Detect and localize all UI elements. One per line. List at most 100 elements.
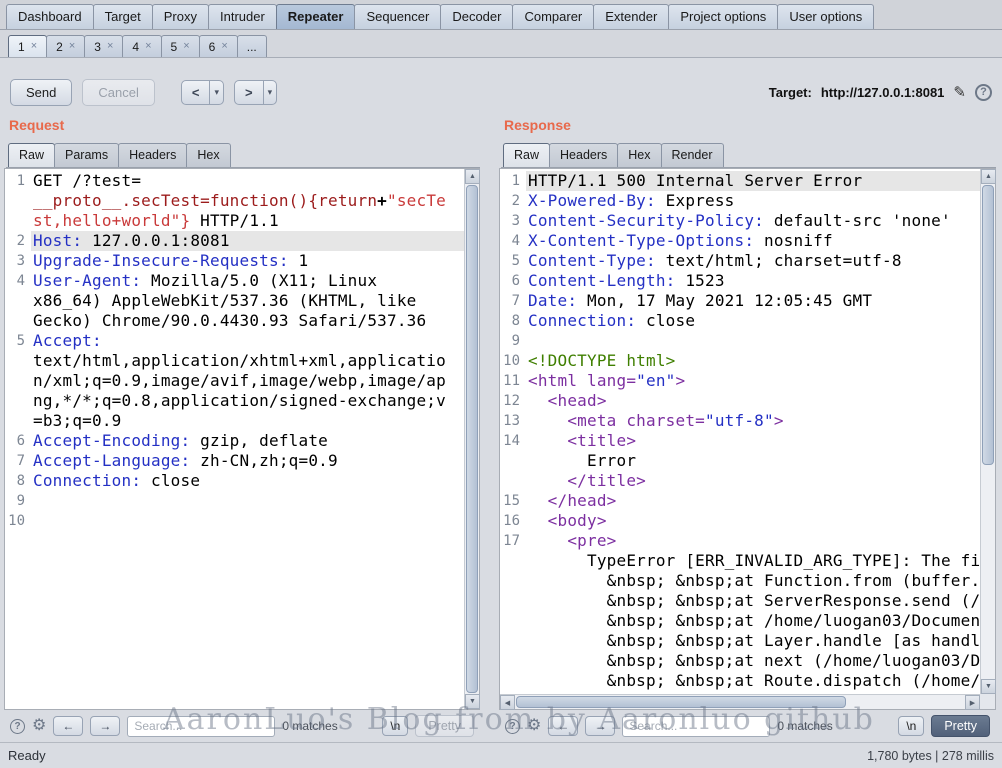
editor-line[interactable]: st,hello+world"} HTTP/1.1 <box>5 211 464 231</box>
tab-project-options[interactable]: Project options <box>668 4 779 29</box>
response-horizontal-scrollbar[interactable]: ◀ ▶ <box>500 694 980 710</box>
search-next-button[interactable]: → <box>90 716 121 736</box>
editor-line[interactable]: 9 <box>500 331 980 351</box>
search-input[interactable] <box>622 715 771 737</box>
tab-repeater[interactable]: Repeater <box>275 4 356 29</box>
editor-line[interactable]: </title> <box>500 471 980 491</box>
editor-line[interactable]: 2 Host: 127.0.0.1:8081 <box>5 231 464 251</box>
edit-target-icon[interactable]: ✎ <box>953 83 966 101</box>
response-editor[interactable]: 1 HTTP/1.1 500 Internal Server Error 2 X-Po… <box>499 168 996 710</box>
response-tab-headers[interactable]: Headers <box>549 143 619 167</box>
editor-line[interactable]: =b3;q=0.9 <box>5 411 464 431</box>
search-input[interactable] <box>127 715 276 737</box>
editor-line[interactable]: &nbsp; &nbsp;at Route.dispatch (/home/lu <box>500 671 980 691</box>
close-tab-icon[interactable]: × <box>145 41 151 52</box>
editor-line[interactable]: 17 <pre> <box>500 531 980 551</box>
pretty-button[interactable]: Pretty <box>931 715 990 737</box>
editor-line[interactable]: 16 <body> <box>500 511 980 531</box>
response-vertical-scrollbar[interactable]: ▲ ▼ <box>980 169 996 694</box>
editor-line[interactable]: &nbsp; &nbsp;at ServerResponse.send (/ho <box>500 591 980 611</box>
request-tab-raw[interactable]: Raw <box>8 143 56 167</box>
editor-line[interactable]: 12 <head> <box>500 391 980 411</box>
tab-extender[interactable]: Extender <box>593 4 670 29</box>
search-prev-button[interactable]: ← <box>548 716 579 736</box>
help-icon[interactable]: ? <box>975 83 992 101</box>
editor-line[interactable]: &nbsp; &nbsp;at Function.from (buffer.js <box>500 571 980 591</box>
search-prev-button[interactable]: ← <box>53 716 84 736</box>
tab-dashboard[interactable]: Dashboard <box>6 4 94 29</box>
request-editor-content[interactable]: 1 GET /?test= __proto__.secTest=function()… <box>5 171 464 709</box>
editor-line[interactable]: 7 Date: Mon, 17 May 2021 12:05:45 GMT <box>500 291 980 311</box>
close-tab-icon[interactable]: × <box>107 41 113 52</box>
repeater-tab-5[interactable]: 5 × <box>160 35 200 57</box>
newline-toggle-button[interactable]: \n <box>898 716 925 736</box>
repeater-tab-3[interactable]: 3 × <box>84 35 124 57</box>
editor-line[interactable]: 10 <!DOCTYPE html> <box>500 351 980 371</box>
editor-line[interactable]: &nbsp; &nbsp;at Layer.handle [as handle_ <box>500 631 980 651</box>
response-tab-hex[interactable]: Hex <box>617 143 662 167</box>
repeater-tab-more[interactable]: ... <box>236 35 267 57</box>
history-back-button[interactable]: < <box>180 80 211 105</box>
editor-line[interactable]: ng,*/*;q=0.8,application/signed-exchange… <box>5 391 464 411</box>
editor-line[interactable]: 10 <box>5 511 464 531</box>
close-tab-icon[interactable]: × <box>183 41 189 52</box>
search-settings-gear-icon[interactable]: ⚙ <box>32 718 46 734</box>
editor-line[interactable]: 9 <box>5 491 464 511</box>
pretty-button[interactable]: Pretty <box>415 715 474 737</box>
scroll-right-icon[interactable]: ▶ <box>965 695 980 710</box>
close-tab-icon[interactable]: × <box>31 41 37 52</box>
editor-line[interactable]: 6 Content-Length: 1523 <box>500 271 980 291</box>
editor-line[interactable]: 3 Content-Security-Policy: default-src 'n… <box>500 211 980 231</box>
request-tab-hex[interactable]: Hex <box>186 143 231 167</box>
editor-line[interactable]: 11 <html lang="en"> <box>500 371 980 391</box>
editor-line[interactable]: text/html,application/xhtml+xml,applicat… <box>5 351 464 371</box>
request-tab-params[interactable]: Params <box>54 143 120 167</box>
editor-line[interactable]: TypeError [ERR_INVALID_ARG_TYPE]: The fi <box>500 551 980 571</box>
tab-user-options[interactable]: User options <box>777 4 875 29</box>
editor-line[interactable]: 4 User-Agent: Mozilla/5.0 (X11; Linux <box>5 271 464 291</box>
editor-line[interactable]: 1 HTTP/1.1 500 Internal Server Error <box>500 171 980 191</box>
scroll-up-icon[interactable]: ▲ <box>465 169 480 184</box>
scroll-left-icon[interactable]: ◀ <box>500 695 515 710</box>
search-settings-gear-icon[interactable]: ⚙ <box>527 718 541 734</box>
cancel-button[interactable]: Cancel <box>82 79 155 106</box>
search-help-icon[interactable]: ? <box>10 718 25 734</box>
response-editor-content[interactable]: 1 HTTP/1.1 500 Internal Server Error 2 X-Po… <box>500 171 980 694</box>
editor-line[interactable]: Gecko) Chrome/90.0.4430.93 Safari/537.36 <box>5 311 464 331</box>
scroll-down-icon[interactable]: ▼ <box>981 679 996 694</box>
editor-line[interactable]: 13 <meta charset="utf-8"> <box>500 411 980 431</box>
editor-line[interactable]: 8 Connection: close <box>5 471 464 491</box>
tab-decoder[interactable]: Decoder <box>440 4 514 29</box>
editor-line[interactable]: 7 Accept-Language: zh-CN,zh;q=0.9 <box>5 451 464 471</box>
repeater-tab-4[interactable]: 4 × <box>122 35 162 57</box>
scrollbar-thumb[interactable] <box>466 185 478 693</box>
close-tab-icon[interactable]: × <box>221 41 227 52</box>
send-button[interactable]: Send <box>10 79 73 106</box>
history-forward-dropdown-icon[interactable]: ▾ <box>262 80 278 105</box>
newline-toggle-button[interactable]: \n <box>382 716 409 736</box>
editor-line[interactable]: 15 </head> <box>500 491 980 511</box>
editor-line[interactable]: &nbsp; &nbsp;at next (/home/luogan03/Doc <box>500 651 980 671</box>
editor-line[interactable]: 14 <title> <box>500 431 980 451</box>
scroll-up-icon[interactable]: ▲ <box>981 169 996 184</box>
editor-line[interactable]: __proto__.secTest=function(){return+"sec… <box>5 191 464 211</box>
tab-comparer[interactable]: Comparer <box>512 4 595 29</box>
tab-target[interactable]: Target <box>92 4 153 29</box>
editor-line[interactable]: 4 X-Content-Type-Options: nosniff <box>500 231 980 251</box>
repeater-tab-1[interactable]: 1 × <box>8 35 48 57</box>
editor-line[interactable]: 6 Accept-Encoding: gzip, deflate <box>5 431 464 451</box>
history-forward-button[interactable]: > <box>233 80 264 105</box>
editor-line[interactable]: 5 Accept: <box>5 331 464 351</box>
repeater-tab-6[interactable]: 6 × <box>198 35 238 57</box>
editor-line[interactable]: 8 Connection: close <box>500 311 980 331</box>
tab-proxy[interactable]: Proxy <box>151 4 209 29</box>
editor-line[interactable]: n/xml;q=0.9,image/avif,image/webp,image/… <box>5 371 464 391</box>
request-tab-headers[interactable]: Headers <box>118 143 188 167</box>
history-back-dropdown-icon[interactable]: ▾ <box>209 80 224 105</box>
scrollbar-thumb[interactable] <box>516 696 846 708</box>
response-tab-render[interactable]: Render <box>660 143 724 167</box>
editor-line[interactable]: x86_64) AppleWebKit/537.36 (KHTML, like <box>5 291 464 311</box>
tab-intruder[interactable]: Intruder <box>207 4 277 29</box>
editor-line[interactable]: Error <box>500 451 980 471</box>
editor-line[interactable]: 3 Upgrade-Insecure-Requests: 1 <box>5 251 464 271</box>
